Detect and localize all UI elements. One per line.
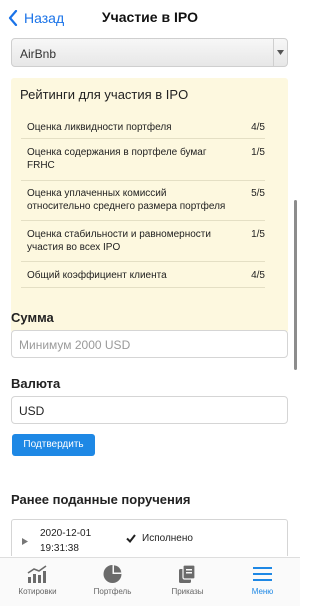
rating-row: Оценка ликвидности портфеля 4/5: [21, 115, 265, 139]
tab-label: Меню: [251, 587, 274, 596]
chart-bar-icon: [27, 565, 47, 583]
tab-orders[interactable]: Приказы: [150, 558, 225, 606]
rating-row: Оценка стабильности и равномерности учас…: [21, 221, 265, 262]
select-arrow: [273, 39, 287, 66]
amount-input[interactable]: Минимум 2000 USD: [11, 330, 288, 358]
tab-label: Котировки: [18, 587, 57, 596]
rating-label: Оценка содержания в портфеле бумаг FRHC: [27, 147, 207, 171]
navbar: Назад Участие в IPO: [0, 0, 300, 36]
tab-label: Приказы: [171, 587, 204, 596]
instrument-select[interactable]: AirBnb: [11, 38, 288, 67]
rating-value: 4/5: [251, 122, 265, 133]
ratings-panel: Рейтинги для участия в IPO Оценка ликвид…: [11, 78, 288, 333]
tab-portfolio[interactable]: Портфель: [75, 558, 150, 606]
scrollbar[interactable]: [294, 200, 297, 370]
menu-icon: [253, 567, 272, 581]
rating-row: Оценка уплаченных комиссий относительно …: [21, 181, 265, 221]
tab-bar: Котировки Портфель Приказы Меню: [0, 557, 300, 606]
rating-label: Оценка уплаченных комиссий относительно …: [27, 188, 226, 212]
order-date: 2020-12-01: [40, 528, 92, 539]
main-content: AirBnb Рейтинги для участия в IPO Оценка…: [0, 36, 300, 556]
currency-input[interactable]: USD: [11, 396, 288, 424]
currency-label: Валюта: [11, 376, 61, 391]
rating-value: 1/5: [251, 229, 265, 240]
order-datetime: 2020-12-01 19:31:38: [40, 526, 91, 556]
tab-label: Портфель: [93, 587, 132, 596]
confirm-button[interactable]: Подтвердить: [12, 434, 95, 456]
page-title: Участие в IPO: [101, 9, 199, 25]
order-row[interactable]: 2020-12-01 19:31:38 Исполнено: [11, 519, 288, 556]
check-icon: [126, 534, 136, 543]
amount-label: Сумма: [11, 310, 54, 325]
chevron-down-icon: [277, 50, 284, 55]
rating-value: 5/5: [251, 188, 265, 199]
orders-title: Ранее поданные поручения: [11, 492, 191, 507]
copy-icon: [179, 564, 196, 583]
rating-row: Оценка содержания в портфеле бумаг FRHC …: [21, 139, 265, 181]
tab-menu[interactable]: Меню: [225, 558, 300, 606]
ratings-title: Рейтинги для участия в IPO: [20, 87, 189, 102]
rating-label: Оценка ликвидности портфеля: [27, 122, 172, 133]
rating-value: 1/5: [251, 147, 265, 158]
order-status: Исполнено: [142, 533, 193, 544]
order-time: 19:31:38: [40, 543, 79, 554]
caret-right-icon[interactable]: [22, 538, 28, 545]
tab-quotes[interactable]: Котировки: [0, 558, 75, 606]
rating-value: 4/5: [251, 270, 265, 281]
rating-label: Оценка стабильности и равномерности учас…: [27, 229, 211, 253]
instrument-select-value: AirBnb: [20, 47, 57, 61]
pie-chart-icon: [103, 565, 122, 583]
rating-row: Общий коэффициент клиента 4/5: [21, 262, 265, 288]
rating-label: Общий коэффициент клиента: [27, 270, 167, 281]
